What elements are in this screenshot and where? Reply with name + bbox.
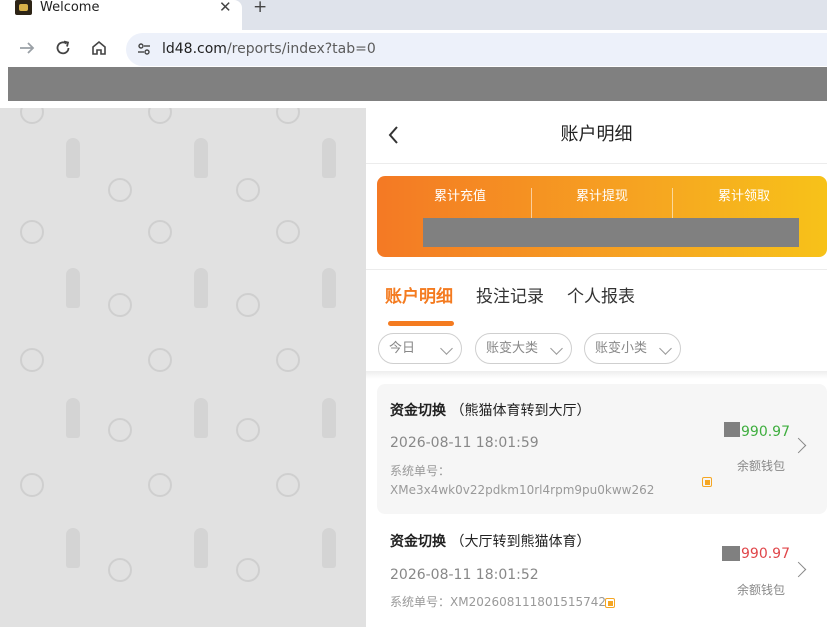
soccer-ball-icon [236,558,260,582]
order-id-row: 系统单号：XM2026081118015157​42 [390,595,710,610]
new-tab-button[interactable]: + [253,0,267,16]
soccer-ball-icon [108,293,132,317]
soccer-ball-icon [20,108,44,124]
tab-personal-report[interactable]: 个人报表 [567,286,635,308]
soccer-ball-icon [20,348,44,372]
record-type: 资金切换 [390,403,446,419]
record-title: 资金切换 （大厅转到熊猫体育） [390,533,590,551]
home-icon[interactable] [90,39,108,57]
stat-total-deposit-label: 累计充值 [433,189,486,204]
wallet-label: 余额钱包 [737,459,786,473]
site-settings-icon[interactable] [136,41,152,57]
record-item[interactable]: 资金切换 （大厅转到熊猫体育） 2026-08-11 18:01:52 系统单号… [377,522,827,632]
soccer-ball-icon [148,108,172,124]
forward-icon[interactable] [18,40,36,56]
soccer-ball-icon [236,293,260,317]
trophy-icon [322,138,336,178]
filter-category-dropdown[interactable]: 账变大类 [475,333,572,364]
record-item[interactable]: 资金切换 （熊猫体育转到大厅） 2026-08-11 18:01:59 系统单号… [377,384,827,514]
order-id-label: 系统单号： [390,595,451,609]
filter-date-label: 今日 [389,341,416,356]
url-text[interactable]: ld48.com/reports/index?tab=0 [162,41,376,58]
record-type: 资金切换 [390,534,446,550]
browser-toolbar: ld48.com/reports/index?tab=0 [0,30,827,67]
trophy-icon [322,268,336,308]
soccer-ball-icon [20,220,44,244]
filter-subcategory-label: 账变小类 [595,341,648,356]
filter-category-label: 账变大类 [486,341,539,356]
browser-tab-welcome[interactable]: Welcome ✕ [0,0,242,30]
account-detail-panel: 账户明细 累计充值 累计提现 累计领取 账户明细 投注记录 个人报表 今日 账变… [366,108,827,632]
redacted-amount-sign [722,546,740,561]
soccer-ball-icon [276,348,300,372]
background-pattern [0,108,366,627]
record-amount: 990.97 [741,424,790,440]
redacted-values [423,218,799,247]
chevron-right-icon[interactable] [790,437,807,454]
stat-total-claim-label: 累计领取 [717,189,770,204]
soccer-ball-icon [276,220,300,244]
stat-total-withdraw-label: 累计提现 [575,189,628,204]
filter-subcategory-dropdown[interactable]: 账变小类 [584,333,681,364]
browser-tabbar: Welcome ✕ + [0,0,827,30]
soccer-ball-icon [20,473,44,497]
active-tab-indicator [388,321,454,326]
trophy-icon [322,398,336,438]
soccer-ball-icon [108,418,132,442]
tab-bet-records[interactable]: 投注记录 [476,286,544,308]
soccer-ball-icon [236,178,260,202]
trophy-icon [66,528,80,568]
filter-date-dropdown[interactable]: 今日 [378,333,462,364]
order-id: XM2026081118015157​42 [450,595,607,609]
soccer-ball-icon [148,473,172,497]
reload-icon[interactable] [54,39,72,57]
address-bar[interactable]: ld48.com/reports/index?tab=0 [126,33,827,66]
copy-icon[interactable] [605,598,615,608]
chevron-down-icon [550,342,563,355]
soccer-ball-icon [276,108,300,124]
record-title: 资金切换 （熊猫体育转到大厅） [390,402,590,420]
soccer-ball-icon [236,418,260,442]
trophy-icon [194,528,208,568]
wallet-label: 余额钱包 [737,583,786,597]
trophy-icon [322,528,336,568]
divider [366,371,827,379]
tab-title: Welcome [40,0,100,15]
trophy-icon [66,268,80,308]
redacted-region [8,67,827,101]
soccer-ball-icon [108,178,132,202]
summary-card: 累计充值 累计提现 累计领取 [377,176,827,257]
record-time: 2026-08-11 18:01:59 [390,435,539,451]
trophy-icon [194,398,208,438]
redacted-amount-sign [724,422,740,437]
page-header: 账户明细 [366,108,827,164]
close-tab-icon[interactable]: ✕ [219,0,232,15]
chevron-down-icon [440,342,453,355]
soccer-ball-icon [148,348,172,372]
url-path: /reports/index?tab=0 [226,41,376,57]
soccer-ball-icon [148,220,172,244]
copy-icon[interactable] [702,477,712,487]
trophy-icon [66,138,80,178]
record-detail: （大厅转到熊猫体育） [450,534,591,550]
record-time: 2026-08-11 18:01:52 [390,567,539,583]
trophy-icon [194,268,208,308]
divider [366,269,827,270]
page-title: 账户明细 [560,124,633,145]
order-id-label: 系统单号： [390,464,451,478]
chevron-down-icon [659,342,672,355]
record-detail: （熊猫体育转到大厅） [450,403,591,419]
trophy-icon [194,138,208,178]
trophy-icon [66,398,80,438]
order-id: XMe3x4wk0v22pdkm10rl4rpm9pu0kww262 [390,483,655,497]
tab-account-detail[interactable]: 账户明细 [385,286,453,308]
site-favicon-icon [15,0,32,15]
record-amount: 990.97 [741,546,790,562]
url-host: ld48.com [162,41,227,57]
soccer-ball-icon [276,473,300,497]
soccer-ball-icon [108,558,132,582]
chevron-right-icon[interactable] [790,561,807,578]
